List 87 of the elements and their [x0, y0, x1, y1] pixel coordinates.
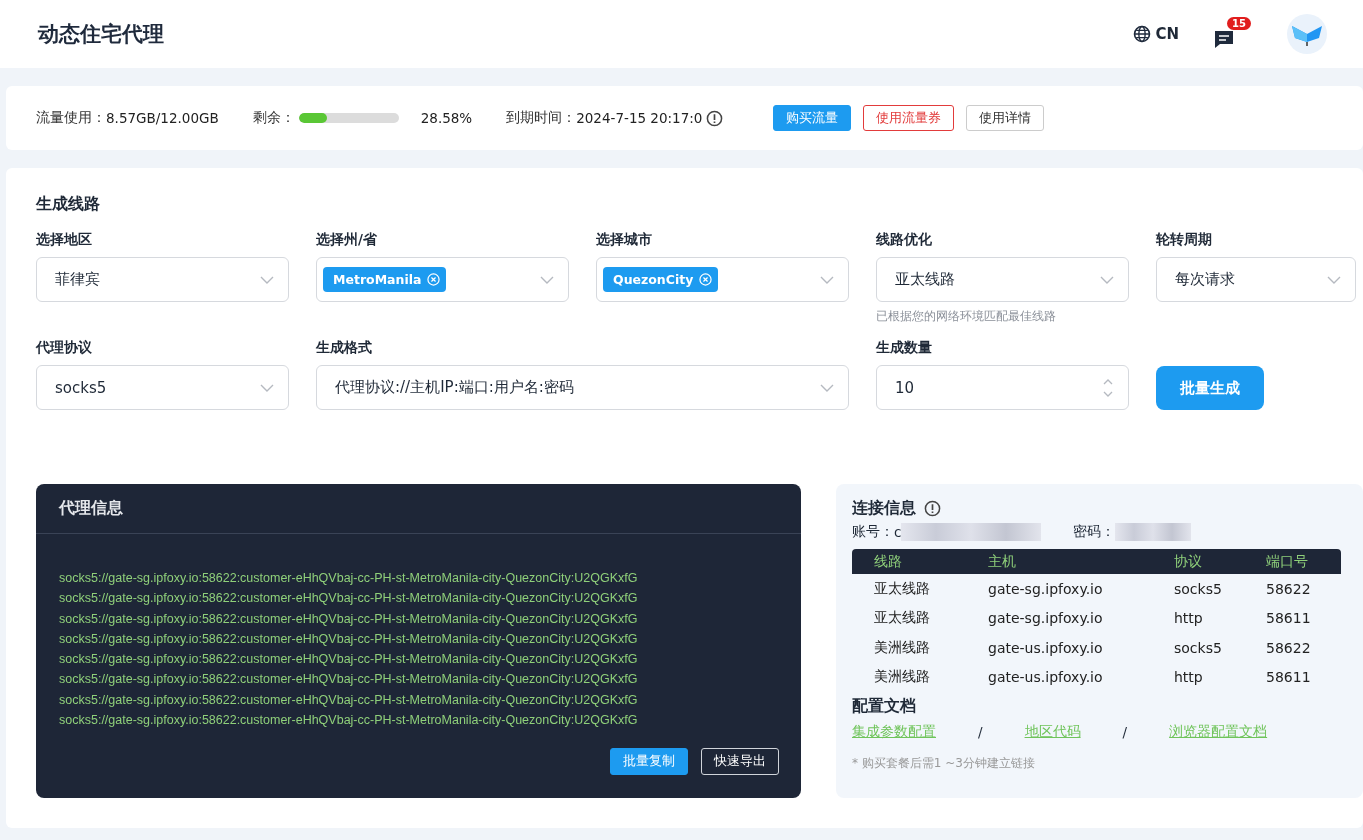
proxy-line: socks5://gate-sg.ipfoxy.io:58622:customer-eHhQVbaj-cc-PH-st-MetroManila-city-QuezonCity:U2QGKxfG	[59, 671, 639, 689]
table-cell-text: http	[1173, 668, 1204, 688]
select-field[interactable]: MetroManila	[316, 257, 569, 302]
select-field[interactable]: 每次请求	[1156, 257, 1356, 302]
percent-text: 28.58%	[420, 110, 473, 126]
usage-value: 8.57GB/12.00GB	[106, 110, 219, 126]
expiry-value: 2024-7-15 20:17:0	[576, 110, 703, 126]
field-label: 选择地区	[36, 231, 93, 249]
table-cell-text: http	[1173, 609, 1204, 629]
close-icon[interactable]	[427, 273, 441, 286]
docs-title: 配置文档	[852, 696, 917, 717]
proxy-line: socks5://gate-sg.ipfoxy.io:58622:customer-eHhQVbaj-cc-PH-st-MetroManila-city-QuezonCity:U2QGKxfG	[59, 691, 639, 709]
account-label: 账号：	[852, 523, 894, 541]
panel-title: 连接信息	[852, 498, 916, 519]
field-label: 选择州/省	[316, 231, 378, 249]
chevron-down-icon	[540, 275, 554, 284]
expiry-label: 到期时间：	[506, 109, 577, 127]
account-value: c	[894, 524, 902, 540]
chat-icon	[1213, 29, 1235, 49]
note-text: * 购买套餐后需1 ~3分钟建立链接	[852, 755, 1036, 772]
tag-chip[interactable]: MetroManila	[323, 267, 447, 292]
chevron-down-icon	[260, 275, 274, 284]
field-label: 轮转周期	[1156, 231, 1213, 249]
chevron-down-icon	[1100, 275, 1114, 284]
language-menu[interactable]: CN	[1133, 25, 1179, 43]
usage-label: 流量使用：	[36, 109, 106, 127]
field-label: 选择城市	[596, 231, 653, 249]
column-header: 端口号	[1244, 549, 1341, 574]
table-cell-text: gate-us.ipfoxy.io	[987, 638, 1104, 658]
table-cell-text: 美洲线路	[873, 637, 931, 657]
chevron-down-icon	[1327, 275, 1341, 284]
number-field[interactable]: 10	[876, 365, 1129, 410]
field-label: 线路优化	[876, 231, 933, 249]
section-title: 生成线路	[36, 194, 101, 215]
table-cell-text: 58611	[1265, 668, 1312, 688]
chevron-down-icon	[820, 383, 834, 392]
table-cell: gate-sg.ipfoxy.io	[966, 574, 1152, 604]
field-hint: 已根据您的网络环境匹配最佳线路	[876, 308, 1057, 325]
chevron-down-icon	[820, 275, 834, 284]
proxy-line: socks5://gate-sg.ipfoxy.io:58622:customer-eHhQVbaj-cc-PH-st-MetroManila-city-QuezonCity:U2QGKxfG	[59, 630, 639, 648]
table-cell-text: socks5	[1173, 638, 1223, 658]
message-button[interactable]: 15	[1213, 17, 1253, 51]
table-cell-text: 58622	[1265, 638, 1312, 658]
globe-icon	[1133, 25, 1152, 43]
table-cell-text: gate-us.ipfoxy.io	[987, 668, 1104, 688]
select-field[interactable]: 亚太线路	[876, 257, 1129, 302]
avatar-logo[interactable]	[1287, 14, 1327, 54]
remaining-label: 剩余：	[252, 109, 295, 127]
select-field[interactable]: 代理协议://主机IP:端口:用户名:密码	[316, 365, 849, 410]
table-cell-text: 美洲线路	[873, 667, 931, 687]
proxy-line: socks5://gate-sg.ipfoxy.io:58622:customer-eHhQVbaj-cc-PH-st-MetroManila-city-QuezonCity:U2QGKxfG	[59, 651, 639, 669]
column-header: 主机	[966, 549, 1152, 574]
table-cell: 58622	[1244, 574, 1341, 604]
column-header: 线路	[852, 549, 966, 574]
table-cell-text: gate-sg.ipfoxy.io	[987, 609, 1104, 629]
table-cell: 亚太线路	[852, 574, 966, 604]
proxy-line: socks5://gate-sg.ipfoxy.io:58622:customer-eHhQVbaj-cc-PH-st-MetroManila-city-QuezonCity:U2QGKxfG	[59, 712, 639, 730]
table-cell-text: 58611	[1265, 609, 1312, 629]
select-field[interactable]: socks5	[36, 365, 289, 410]
panel-button[interactable]: 快速导出	[701, 748, 779, 775]
proxy-line: socks5://gate-sg.ipfoxy.io:58622:customer-eHhQVbaj-cc-PH-st-MetroManila-city-QuezonCity:U2QGKxfG	[59, 570, 639, 587]
separator: /	[1122, 724, 1128, 740]
select-field[interactable]: QuezonCity	[596, 257, 849, 302]
info-icon	[706, 109, 724, 127]
column-header: 协议	[1152, 549, 1244, 574]
password-label: 密码：	[1073, 523, 1116, 541]
table-cell-text: 亚太线路	[873, 608, 931, 628]
notification-badge: 15	[1227, 17, 1251, 30]
tag-chip[interactable]: QuezonCity	[603, 267, 719, 292]
select-field[interactable]: 菲律宾	[36, 257, 289, 302]
usage-button[interactable]: 使用详情	[966, 105, 1045, 131]
close-icon[interactable]	[699, 273, 713, 286]
proxy-line: socks5://gate-sg.ipfoxy.io:58622:customer-eHhQVbaj-cc-PH-st-MetroManila-city-QuezonCity:U2QGKxfG	[59, 590, 639, 608]
separator: /	[978, 724, 983, 740]
page-title: 动态住宅代理	[38, 21, 165, 48]
usage-button[interactable]: 使用流量券	[863, 105, 955, 131]
chevron-down-icon	[260, 383, 274, 392]
panel-button[interactable]: 批量复制	[610, 748, 688, 775]
proxy-line: socks5://gate-sg.ipfoxy.io:58622:customer-eHhQVbaj-cc-PH-st-MetroManila-city-QuezonCity:U2QGKxfG	[59, 610, 639, 628]
panel-title: 代理信息	[36, 484, 801, 534]
field-label: 生成数量	[876, 339, 933, 357]
field-label: 生成格式	[316, 339, 373, 357]
table-cell: socks5	[1152, 574, 1244, 604]
field-label: 代理协议	[36, 339, 93, 357]
generate-button[interactable]: 批量生成	[1156, 366, 1264, 410]
usage-button[interactable]: 购买流量	[773, 105, 852, 131]
info-icon	[924, 500, 941, 517]
